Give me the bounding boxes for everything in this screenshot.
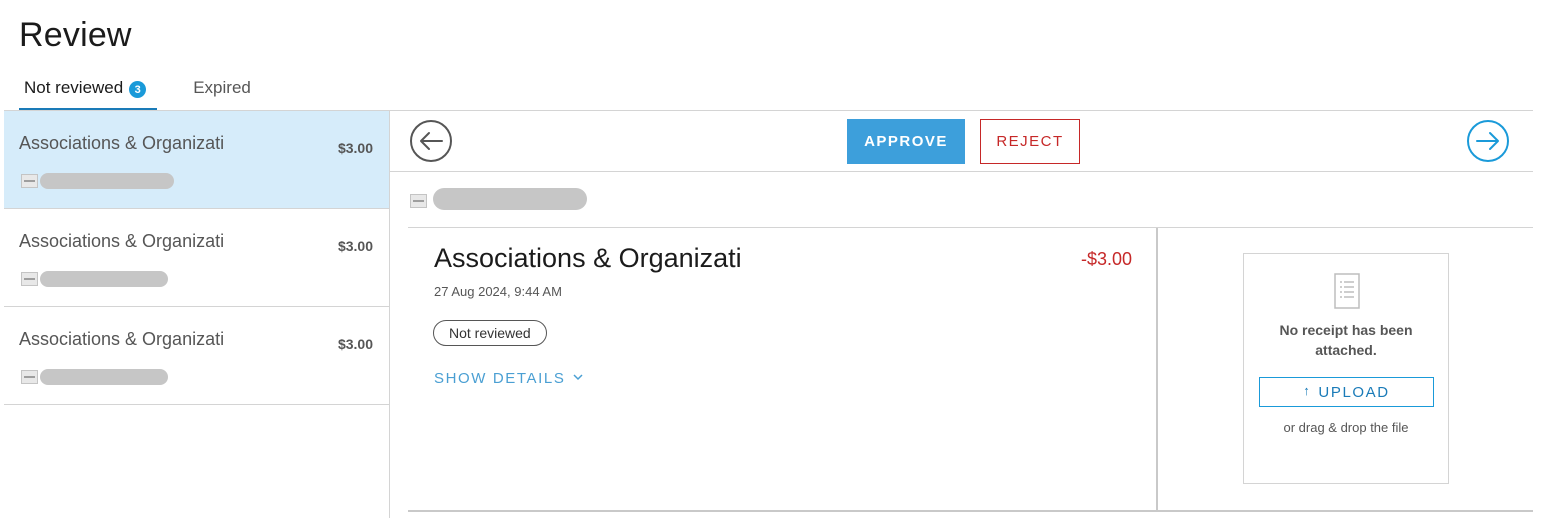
transaction-title: Associations & Organizati (434, 243, 742, 273)
list-item-amount: $3.00 (337, 336, 373, 352)
tab-not-reviewed-label: Not reviewed (24, 78, 124, 97)
transaction-list: Associations & Organizati $3.00 Associat… (4, 111, 390, 518)
detail-bottom-divider (408, 510, 1533, 512)
receipt-area: No receipt has been attached. ↑ UPLOAD o… (1160, 228, 1533, 510)
transaction-amount: -$3.00 (1080, 249, 1132, 269)
transaction-date: 27 Aug 2024, 9:44 AM (434, 284, 562, 299)
reject-button[interactable]: REJECT (980, 119, 1080, 164)
list-item-amount: $3.00 (337, 140, 373, 156)
upload-label: UPLOAD (1318, 383, 1390, 401)
card-icon (21, 272, 38, 286)
count-badge: 3 (129, 81, 147, 98)
tab-not-reviewed[interactable]: Not reviewed 3 (19, 78, 158, 111)
redacted-account (40, 369, 168, 385)
list-item-title: Associations & Organizati (19, 231, 225, 251)
page-title: Review (19, 16, 132, 54)
list-item[interactable]: Associations & Organizati $3.00 (4, 209, 389, 307)
receipt-dropzone[interactable]: No receipt has been attached. ↑ UPLOAD o… (1243, 253, 1449, 484)
redacted-account (40, 173, 174, 189)
arrow-right-circle-icon (1476, 132, 1499, 150)
next-button[interactable] (1467, 120, 1509, 162)
list-item-title: Associations & Organizati (19, 133, 225, 153)
chevron-down-icon (573, 373, 583, 380)
list-item[interactable]: Associations & Organizati $3.00 (4, 307, 389, 405)
account-row (408, 172, 1533, 228)
show-details-label: SHOW DETAILS (434, 370, 566, 387)
drag-drop-hint: or drag & drop the file (1283, 420, 1409, 435)
upload-button[interactable]: ↑ UPLOAD (1259, 377, 1434, 407)
upload-icon: ↑ (1303, 382, 1312, 398)
card-icon (21, 174, 38, 188)
redacted-account (433, 188, 587, 210)
detail-toolbar: APPROVE REJECT (390, 111, 1533, 172)
receipt-icon (1334, 273, 1360, 309)
transaction-detail: Associations & Organizati -$3.00 27 Aug … (408, 228, 1158, 510)
no-receipt-message: No receipt has been attached. (1279, 322, 1413, 358)
tab-bar: Not reviewed 3 Expired (19, 78, 256, 111)
approve-button[interactable]: APPROVE (847, 119, 965, 164)
list-item-amount: $3.00 (337, 238, 373, 254)
arrow-left-circle-icon (420, 132, 443, 150)
list-item-title: Associations & Organizati (19, 329, 225, 349)
tab-expired[interactable]: Expired (188, 78, 256, 111)
tab-expired-label: Expired (193, 78, 251, 97)
status-badge: Not reviewed (433, 320, 547, 346)
card-icon (21, 370, 38, 384)
show-details-link[interactable]: SHOW DETAILS (434, 370, 583, 387)
redacted-account (40, 271, 168, 287)
card-icon (410, 194, 427, 208)
previous-button[interactable] (410, 120, 452, 162)
list-item[interactable]: Associations & Organizati $3.00 (4, 111, 389, 209)
